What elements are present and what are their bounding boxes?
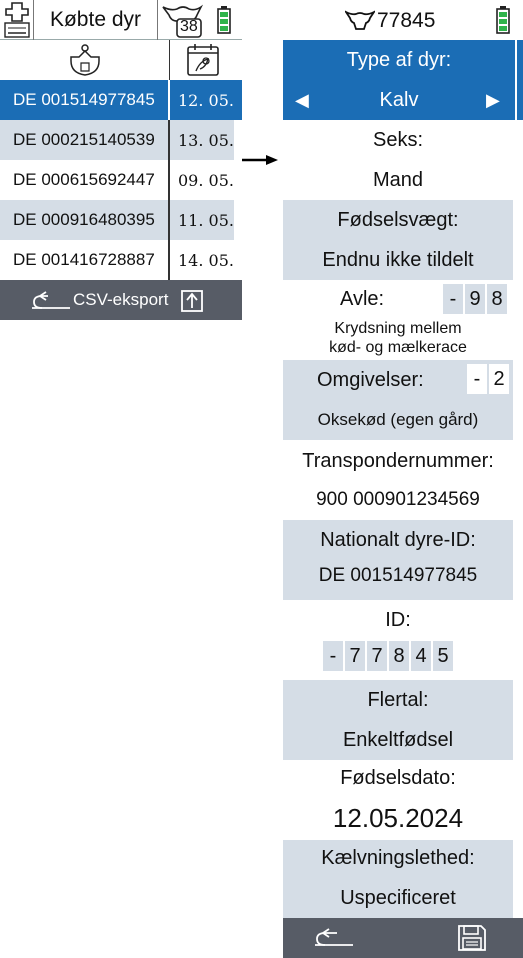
list-item[interactable]: DE 001416728887 14. 05. <box>0 240 234 280</box>
breed-label: Avle: <box>340 288 385 310</box>
left-header: Købte dyr 38 <box>0 0 242 40</box>
next-arrow-icon[interactable]: ▶ <box>486 90 500 111</box>
breed-digit: 9 <box>465 284 485 314</box>
calendar-icon <box>186 44 219 76</box>
list-item[interactable]: DE 001514977845 12. 05. <box>0 80 234 120</box>
right-header: 77845 <box>283 0 523 40</box>
environment-field[interactable]: Omgivelser: - 2 Oksekød (egen gård) <box>283 360 513 440</box>
list-title-cell: Købte dyr <box>34 0 158 40</box>
animal-detail-panel: 77845 Type af dyr: ◀ Kalv ▶ Seks: Mand F… <box>283 0 523 958</box>
animal-date: 09. 05. <box>178 170 234 190</box>
breed-code[interactable]: - 9 8 <box>443 284 509 314</box>
cow-head-icon <box>345 10 375 30</box>
right-arrow-icon <box>242 155 278 165</box>
list-title: Købte dyr <box>49 8 142 31</box>
sex-label: Seks: <box>372 129 424 151</box>
id-digit: 4 <box>411 641 431 671</box>
id-digit: 5 <box>433 641 453 671</box>
list-item[interactable]: DE 000215140539 13. 05. <box>0 120 234 160</box>
birth-weight-value: Endnu ikke tildelt <box>322 249 474 271</box>
back-arrow-icon[interactable] <box>311 927 357 949</box>
id-digit: 8 <box>389 641 409 671</box>
national-id-label: Nationalt dyre-ID: <box>320 529 476 551</box>
transponder-label: Transpondernummer: <box>302 450 494 472</box>
animal-number: 77845 <box>377 9 436 32</box>
birth-weight-field[interactable]: Fødselsvægt: Endnu ikke tildelt <box>283 200 513 280</box>
id-code[interactable]: - 7 7 8 4 5 <box>323 641 455 671</box>
animal-type-selector[interactable]: Type af dyr: ◀ Kalv ▶ <box>283 40 515 120</box>
id-digit: 7 <box>345 641 365 671</box>
battery-icon <box>206 0 242 40</box>
birth-date-value: 12.05.2024 <box>332 803 464 833</box>
battery-icon <box>496 6 510 34</box>
environment-code[interactable]: - 2 <box>467 364 511 394</box>
ear-tag-id-icon[interactable] <box>0 0 34 40</box>
back-arrow-icon[interactable] <box>28 290 74 312</box>
detail-scrollbar[interactable] <box>515 40 523 120</box>
national-id-field[interactable]: Nationalt dyre-ID: DE 001514977845 <box>283 520 513 600</box>
national-id-value: DE 001514977845 <box>318 565 478 586</box>
cow-count-icon: 38 <box>158 0 206 40</box>
animal-id: DE 001416728887 <box>0 240 170 280</box>
animal-date: 11. 05. <box>178 210 234 230</box>
ear-tag-column-header[interactable] <box>0 40 170 80</box>
environment-digit: - <box>467 364 487 394</box>
ear-tag-icon <box>69 44 100 76</box>
transponder-value: 900 000901234569 <box>316 489 480 510</box>
animal-date: 13. 05. <box>178 130 234 150</box>
animal-type-value: Kalv <box>379 89 419 111</box>
animal-id: DE 000916480395 <box>0 200 170 240</box>
date-column-header[interactable] <box>171 40 234 80</box>
list-scrollbar[interactable] <box>234 80 242 120</box>
animal-date: 12. 05. <box>178 90 234 110</box>
plural-field[interactable]: Flertal: Enkeltfødsel <box>283 680 513 760</box>
breed-digit: - <box>443 284 463 314</box>
animal-id: DE 000215140539 <box>0 120 170 160</box>
calving-ease-field[interactable]: Kælvningslethed: Uspecificeret <box>283 840 513 918</box>
animal-count-badge: 38 <box>180 18 198 35</box>
birth-weight-label: Fødselsvægt: <box>337 209 459 231</box>
upload-icon[interactable] <box>180 289 204 313</box>
id-field[interactable]: ID: - 7 7 8 4 5 <box>283 600 513 680</box>
id-label: ID: <box>385 609 411 631</box>
save-icon[interactable] <box>457 924 487 952</box>
list-item[interactable]: DE 000916480395 11. 05. <box>0 200 234 240</box>
csv-export-button[interactable]: CSV-eksport <box>73 290 168 310</box>
breed-description-1: Krydsning mellem <box>334 320 462 337</box>
animal-type-label: Type af dyr: <box>346 49 452 71</box>
purchased-animals-panel: Købte dyr 38 DE 001514977845 12. 05. DE … <box>0 0 242 320</box>
environment-digit: 2 <box>489 364 509 394</box>
right-footer <box>283 918 523 958</box>
birth-date-field[interactable]: Fødselsdato: 12.05.2024 <box>283 760 513 840</box>
environment-value: Oksekød (egen gård) <box>317 410 479 429</box>
animal-id: DE 001514977845 <box>0 80 170 120</box>
breed-digit: 8 <box>487 284 507 314</box>
list-item[interactable]: DE 000615692447 09. 05. <box>0 160 234 200</box>
sex-value: Mand <box>372 169 424 191</box>
id-digit: - <box>323 641 343 671</box>
calving-ease-label: Kælvningslethed: <box>321 847 475 869</box>
sex-field[interactable]: Seks: Mand <box>283 120 513 200</box>
plural-label: Flertal: <box>367 689 429 711</box>
left-footer: CSV-eksport <box>0 280 242 320</box>
breed-field[interactable]: Avle: - 9 8 Krydsning mellem kød- og mæl… <box>283 280 513 360</box>
plural-value: Enkeltfødsel <box>342 729 454 751</box>
breed-description-2: kød- og mælkerace <box>329 339 467 356</box>
birth-date-label: Fødselsdato: <box>340 767 456 789</box>
environment-label: Omgivelser: <box>317 369 424 391</box>
transponder-field[interactable]: Transpondernummer: 900 000901234569 <box>283 440 513 520</box>
animal-date: 14. 05. <box>178 250 234 270</box>
id-digit: 7 <box>367 641 387 671</box>
animal-id: DE 000615692447 <box>0 160 170 200</box>
column-header <box>0 40 242 80</box>
calving-ease-value: Uspecificeret <box>340 887 456 909</box>
